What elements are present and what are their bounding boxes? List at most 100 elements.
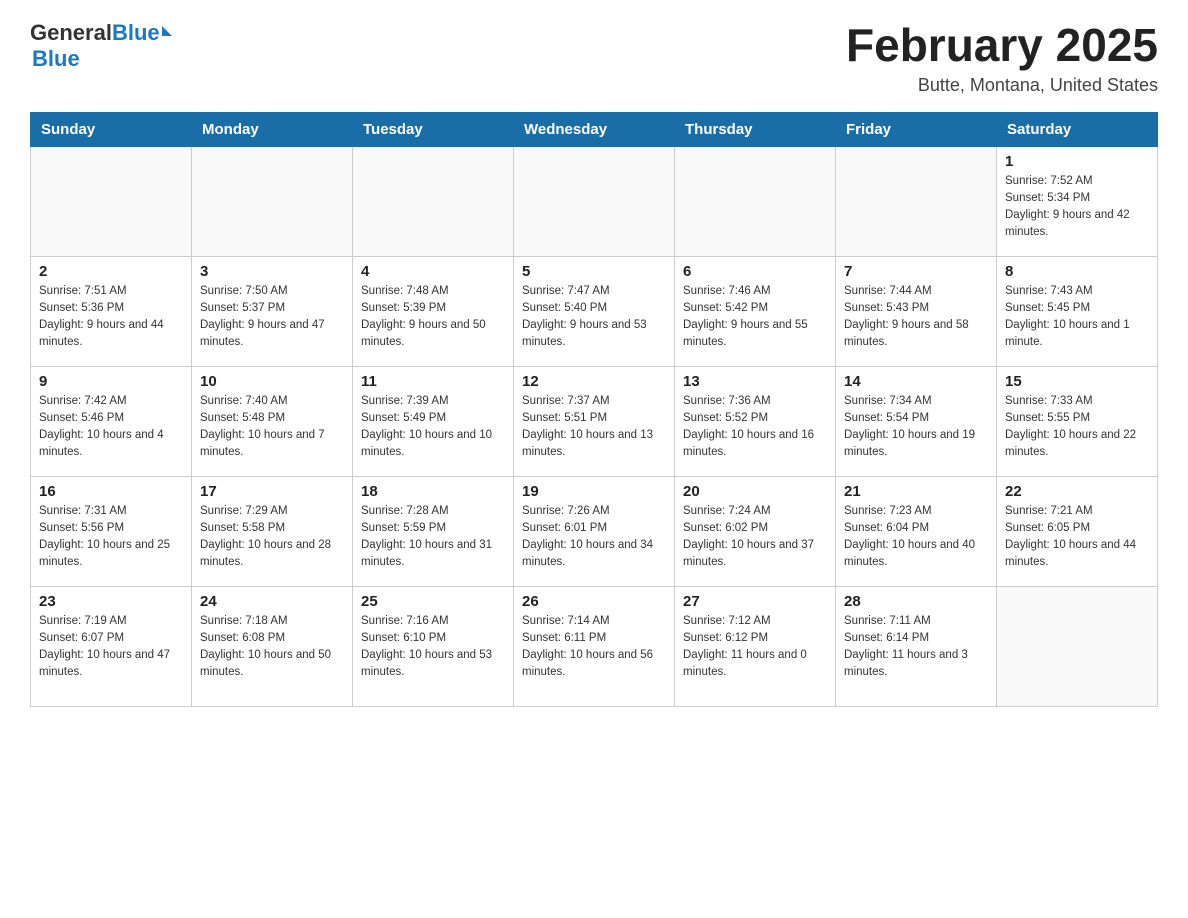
day-number: 17 [200,483,344,500]
calendar-cell: 17 Sunrise: 7:29 AMSunset: 5:58 PMDayligh… [192,476,353,586]
day-info: Sunrise: 7:40 AMSunset: 5:48 PMDaylight:… [200,393,344,462]
day-info: Sunrise: 7:11 AMSunset: 6:14 PMDaylight:… [844,613,988,682]
weekday-header-sunday: Sunday [31,112,192,146]
day-number: 28 [844,593,988,610]
calendar-cell [514,146,675,256]
day-number: 20 [683,483,827,500]
calendar-cell: 11 Sunrise: 7:39 AMSunset: 5:49 PMDayligh… [353,366,514,476]
day-number: 22 [1005,483,1149,500]
calendar-cell: 24 Sunrise: 7:18 AMSunset: 6:08 PMDayligh… [192,586,353,706]
day-number: 18 [361,483,505,500]
day-info: Sunrise: 7:51 AMSunset: 5:36 PMDaylight:… [39,283,183,352]
day-number: 2 [39,263,183,280]
logo-blue-word: Blue [32,46,80,72]
day-number: 8 [1005,263,1149,280]
calendar-cell: 27 Sunrise: 7:12 AMSunset: 6:12 PMDayligh… [675,586,836,706]
day-info: Sunrise: 7:39 AMSunset: 5:49 PMDaylight:… [361,393,505,462]
day-info: Sunrise: 7:42 AMSunset: 5:46 PMDaylight:… [39,393,183,462]
title-section: February 2025 Butte, Montana, United Sta… [846,20,1158,96]
day-info: Sunrise: 7:26 AMSunset: 6:01 PMDaylight:… [522,503,666,572]
day-info: Sunrise: 7:52 AMSunset: 5:34 PMDaylight:… [1005,173,1149,242]
day-info: Sunrise: 7:48 AMSunset: 5:39 PMDaylight:… [361,283,505,352]
day-number: 15 [1005,373,1149,390]
logo-blue-text: Blue [112,20,160,46]
calendar-cell: 14Sunrise: 7:34 AMSunset: 5:54 PMDayligh… [836,366,997,476]
calendar-cell: 26Sunrise: 7:14 AMSunset: 6:11 PMDayligh… [514,586,675,706]
calendar-cell: 20 Sunrise: 7:24 AMSunset: 6:02 PMDayligh… [675,476,836,586]
calendar-cell: 22 Sunrise: 7:21 AMSunset: 6:05 PMDayligh… [997,476,1158,586]
day-number: 23 [39,593,183,610]
day-info: Sunrise: 7:18 AMSunset: 6:08 PMDaylight:… [200,613,344,682]
calendar-cell [31,146,192,256]
page-header: General Blue Blue February 2025 Butte, M… [30,20,1158,96]
day-number: 27 [683,593,827,610]
day-info: Sunrise: 7:36 AMSunset: 5:52 PMDaylight:… [683,393,827,462]
day-number: 12 [522,373,666,390]
calendar-cell: 6 Sunrise: 7:46 AMSunset: 5:42 PMDaylight… [675,256,836,366]
calendar-cell: 8 Sunrise: 7:43 AMSunset: 5:45 PMDaylight… [997,256,1158,366]
day-info: Sunrise: 7:43 AMSunset: 5:45 PMDaylight:… [1005,283,1149,352]
day-number: 1 [1005,153,1149,170]
calendar-cell [675,146,836,256]
day-number: 6 [683,263,827,280]
calendar-cell: 10Sunrise: 7:40 AMSunset: 5:48 PMDayligh… [192,366,353,476]
calendar-cell: 28 Sunrise: 7:11 AMSunset: 6:14 PMDayligh… [836,586,997,706]
logo: General Blue Blue [30,20,172,72]
calendar-table: SundayMondayTuesdayWednesdayThursdayFrid… [30,112,1158,707]
calendar-cell: 7 Sunrise: 7:44 AMSunset: 5:43 PMDaylight… [836,256,997,366]
calendar-cell: 4 Sunrise: 7:48 AMSunset: 5:39 PMDaylight… [353,256,514,366]
calendar-cell: 21 Sunrise: 7:23 AMSunset: 6:04 PMDayligh… [836,476,997,586]
weekday-header-wednesday: Wednesday [514,112,675,146]
day-info: Sunrise: 7:21 AMSunset: 6:05 PMDaylight:… [1005,503,1149,572]
day-number: 21 [844,483,988,500]
weekday-header-saturday: Saturday [997,112,1158,146]
weekday-header-tuesday: Tuesday [353,112,514,146]
day-info: Sunrise: 7:14 AMSunset: 6:11 PMDaylight:… [522,613,666,682]
day-number: 7 [844,263,988,280]
day-info: Sunrise: 7:37 AMSunset: 5:51 PMDaylight:… [522,393,666,462]
calendar-cell: 3Sunrise: 7:50 AMSunset: 5:37 PMDaylight… [192,256,353,366]
day-number: 24 [200,593,344,610]
calendar-cell: 16Sunrise: 7:31 AMSunset: 5:56 PMDayligh… [31,476,192,586]
calendar-week-row: 16Sunrise: 7:31 AMSunset: 5:56 PMDayligh… [31,476,1158,586]
logo-general-text: General [30,20,112,46]
weekday-header-friday: Friday [836,112,997,146]
calendar-cell: 18Sunrise: 7:28 AMSunset: 5:59 PMDayligh… [353,476,514,586]
calendar-cell: 9 Sunrise: 7:42 AMSunset: 5:46 PMDaylight… [31,366,192,476]
day-number: 9 [39,373,183,390]
calendar-cell: 12 Sunrise: 7:37 AMSunset: 5:51 PMDayligh… [514,366,675,476]
calendar-cell: 23 Sunrise: 7:19 AMSunset: 6:07 PMDayligh… [31,586,192,706]
weekday-header-row: SundayMondayTuesdayWednesdayThursdayFrid… [31,112,1158,146]
day-number: 5 [522,263,666,280]
day-number: 14 [844,373,988,390]
day-number: 25 [361,593,505,610]
calendar-cell [836,146,997,256]
day-info: Sunrise: 7:44 AMSunset: 5:43 PMDaylight:… [844,283,988,352]
day-info: Sunrise: 7:46 AMSunset: 5:42 PMDaylight:… [683,283,827,352]
logo-arrow-icon [162,26,172,36]
calendar-cell: 15Sunrise: 7:33 AMSunset: 5:55 PMDayligh… [997,366,1158,476]
calendar-cell [353,146,514,256]
calendar-cell [997,586,1158,706]
day-info: Sunrise: 7:23 AMSunset: 6:04 PMDaylight:… [844,503,988,572]
day-info: Sunrise: 7:19 AMSunset: 6:07 PMDaylight:… [39,613,183,682]
weekday-header-thursday: Thursday [675,112,836,146]
month-title: February 2025 [846,20,1158,71]
location-title: Butte, Montana, United States [846,75,1158,96]
day-number: 19 [522,483,666,500]
calendar-week-row: 1 Sunrise: 7:52 AMSunset: 5:34 PMDaylight… [31,146,1158,256]
day-info: Sunrise: 7:31 AMSunset: 5:56 PMDaylight:… [39,503,183,572]
calendar-cell: 1 Sunrise: 7:52 AMSunset: 5:34 PMDaylight… [997,146,1158,256]
day-info: Sunrise: 7:24 AMSunset: 6:02 PMDaylight:… [683,503,827,572]
calendar-week-row: 23 Sunrise: 7:19 AMSunset: 6:07 PMDayligh… [31,586,1158,706]
day-info: Sunrise: 7:29 AMSunset: 5:58 PMDaylight:… [200,503,344,572]
calendar-week-row: 9 Sunrise: 7:42 AMSunset: 5:46 PMDaylight… [31,366,1158,476]
day-info: Sunrise: 7:12 AMSunset: 6:12 PMDaylight:… [683,613,827,682]
day-number: 3 [200,263,344,280]
day-number: 4 [361,263,505,280]
day-info: Sunrise: 7:47 AMSunset: 5:40 PMDaylight:… [522,283,666,352]
calendar-cell: 5 Sunrise: 7:47 AMSunset: 5:40 PMDaylight… [514,256,675,366]
day-number: 11 [361,373,505,390]
calendar-cell: 25 Sunrise: 7:16 AMSunset: 6:10 PMDayligh… [353,586,514,706]
day-info: Sunrise: 7:16 AMSunset: 6:10 PMDaylight:… [361,613,505,682]
